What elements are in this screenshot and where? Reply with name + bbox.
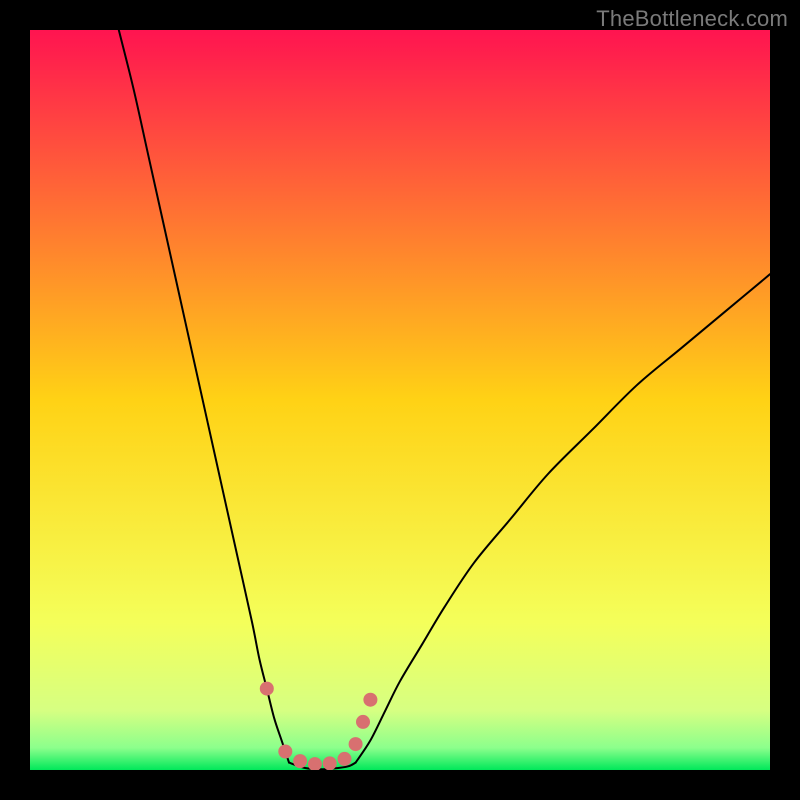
gradient-background [30,30,770,770]
chart-svg [30,30,770,770]
watermark-text: TheBottleneck.com [596,6,788,32]
marker-point [260,682,274,696]
plot-area [30,30,770,770]
marker-point [278,745,292,759]
marker-point [363,693,377,707]
marker-point [293,754,307,768]
marker-point [349,737,363,751]
marker-point [323,756,337,770]
marker-point [356,715,370,729]
chart-container: TheBottleneck.com [0,0,800,800]
marker-point [338,752,352,766]
